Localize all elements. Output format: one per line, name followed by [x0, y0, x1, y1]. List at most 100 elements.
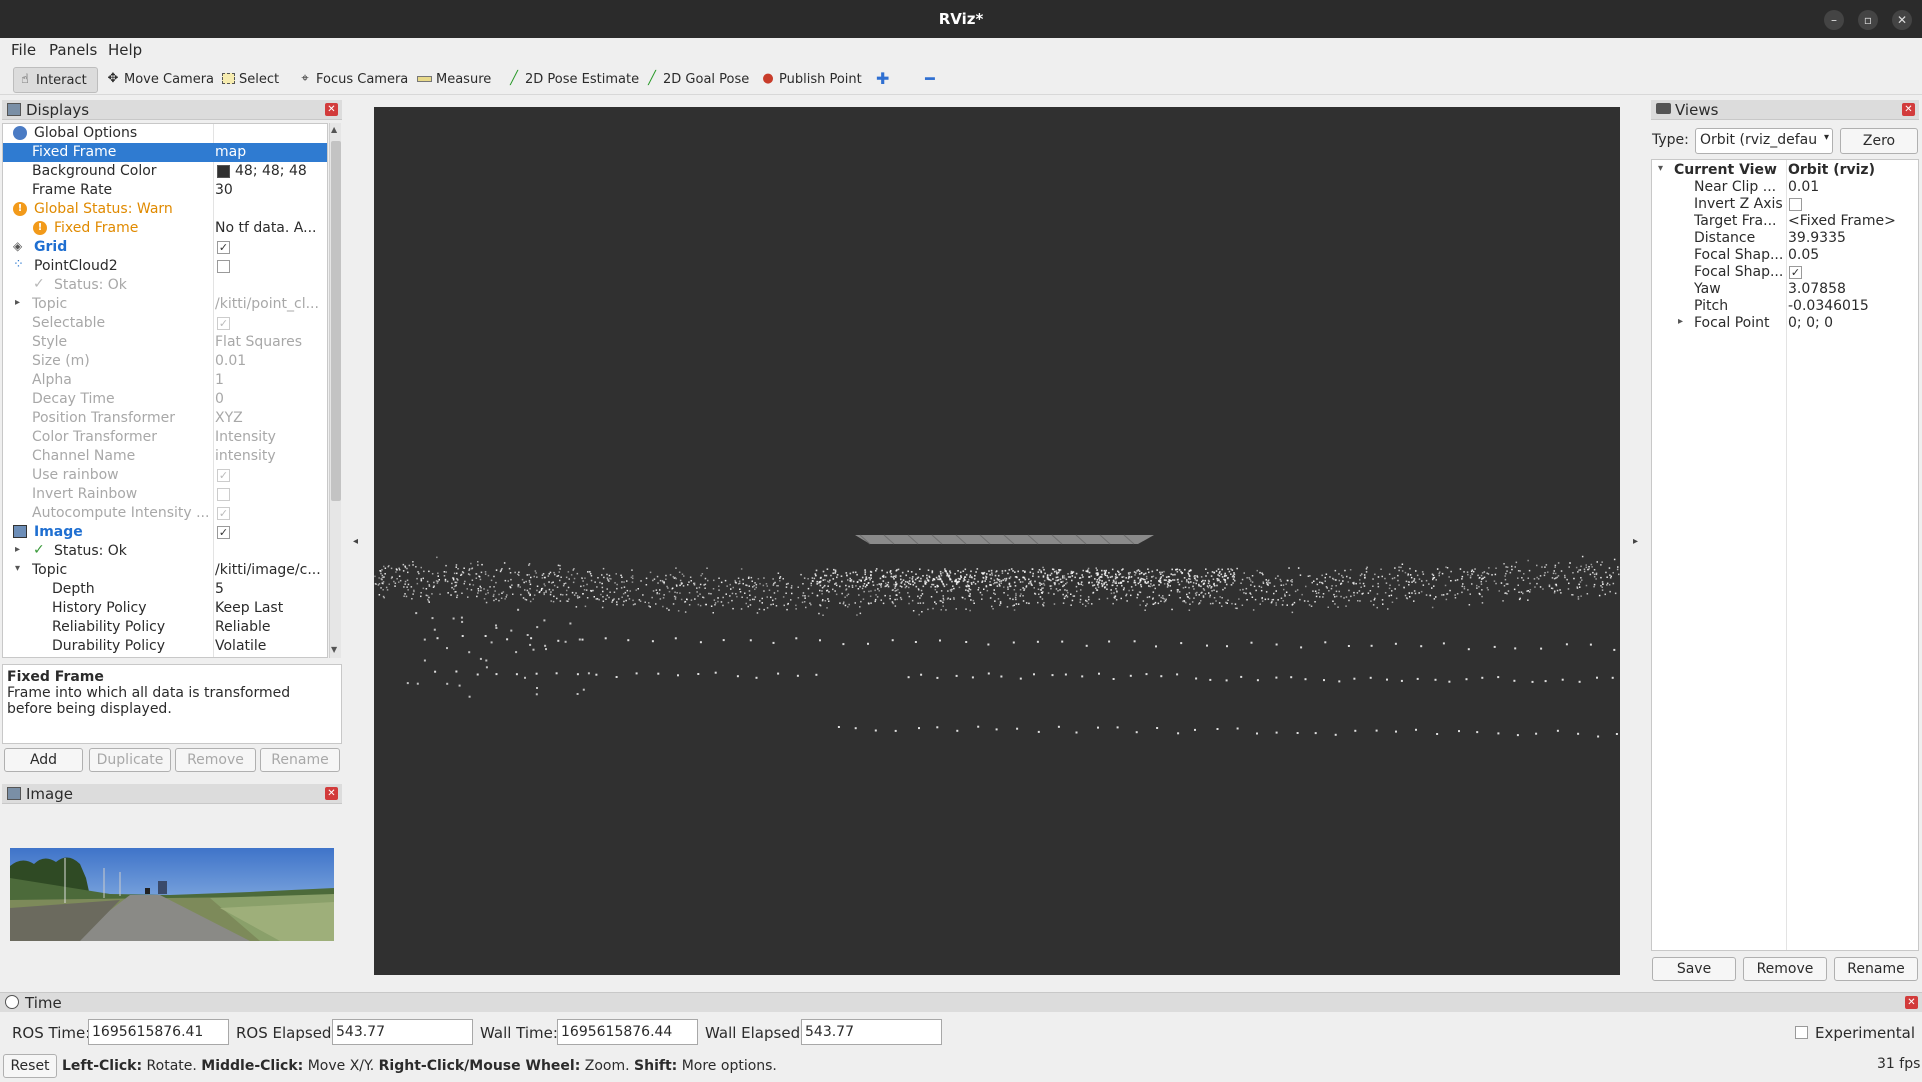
row-value[interactable]: Keep Last: [215, 600, 327, 616]
row-value[interactable]: Reliable: [215, 619, 327, 635]
image-enabled-checkbox[interactable]: ✓: [217, 526, 230, 539]
interact-tool[interactable]: ☝ Interact: [13, 67, 98, 93]
row-value[interactable]: /kitti/point_cl...: [215, 296, 327, 312]
row-value[interactable]: Intensity: [215, 429, 327, 445]
row-value[interactable]: 48; 48; 48: [235, 163, 327, 179]
tree-row-autocompute[interactable]: Autocompute Intensity ... ✓: [3, 504, 327, 523]
autocompute-checkbox[interactable]: ✓: [217, 507, 230, 520]
goal-pose-tool[interactable]: ╱ 2D Goal Pose: [641, 67, 753, 93]
ros-elapsed-field[interactable]: 543.77: [332, 1019, 473, 1045]
views-tree[interactable]: ▾ Current View Orbit (rviz) Near Clip ..…: [1651, 159, 1919, 951]
view-row-invert-z[interactable]: Invert Z Axis: [1652, 196, 1920, 213]
tree-row-position-transformer[interactable]: Position Transformer XYZ: [3, 409, 327, 428]
expand-arrow-icon[interactable]: ▸: [15, 544, 20, 555]
row-value[interactable]: 5: [215, 581, 327, 597]
pointcloud-enabled-checkbox[interactable]: [217, 260, 230, 273]
tree-row-color-transformer[interactable]: Color Transformer Intensity: [3, 428, 327, 447]
select-tool[interactable]: Select: [218, 67, 283, 93]
tree-row-background-color[interactable]: Background Color 48; 48; 48: [3, 162, 327, 181]
invert-rainbow-checkbox[interactable]: [217, 488, 230, 501]
displays-tree[interactable]: Global Options Fixed Frame map Backgroun…: [2, 123, 328, 658]
duplicate-button[interactable]: Duplicate: [89, 748, 171, 772]
collapse-arrow-icon[interactable]: ▾: [15, 563, 20, 574]
tree-row-durability-policy[interactable]: Durability Policy Volatile: [3, 637, 327, 656]
view-row-target-frame[interactable]: Target Fra... <Fixed Frame>: [1652, 213, 1920, 230]
rename-view-button[interactable]: Rename: [1834, 957, 1918, 981]
use-rainbow-checkbox[interactable]: ✓: [217, 469, 230, 482]
tree-row-alpha[interactable]: Alpha 1: [3, 371, 327, 390]
row-value[interactable]: 0: [215, 391, 327, 407]
close-image-panel-icon[interactable]: ✕: [325, 787, 338, 800]
tree-row-image-status[interactable]: ▸ ✓ Status: Ok: [3, 542, 327, 561]
tree-row-style[interactable]: Style Flat Squares: [3, 333, 327, 352]
scroll-down-icon[interactable]: ▼: [331, 645, 337, 654]
row-value[interactable]: 3.07858: [1788, 281, 1846, 297]
menu-panels[interactable]: Panels: [49, 41, 97, 59]
close-time-icon[interactable]: ✕: [1905, 996, 1918, 1009]
view-row-focal-shape-fixed[interactable]: Focal Shap... ✓: [1652, 264, 1920, 281]
tree-row-fixed-frame-status[interactable]: ! Fixed Frame No tf data. A...: [3, 219, 327, 238]
pose-estimate-tool[interactable]: ╱ 2D Pose Estimate: [503, 67, 643, 93]
expand-arrow-icon[interactable]: ▸: [15, 297, 20, 308]
render-viewport[interactable]: [374, 107, 1620, 975]
invert-z-checkbox[interactable]: [1789, 198, 1802, 211]
tree-row-global-options[interactable]: Global Options: [3, 124, 327, 143]
displays-scrollbar[interactable]: ▲ ▼: [329, 123, 341, 658]
save-view-button[interactable]: Save: [1652, 957, 1736, 981]
row-value[interactable]: /kitti/image/c...: [215, 562, 327, 578]
collapse-right-arrow-icon[interactable]: ▸: [1633, 536, 1638, 547]
expand-arrow-icon[interactable]: ▸: [1678, 316, 1683, 327]
view-row-pitch[interactable]: Pitch -0.0346015: [1652, 298, 1920, 315]
view-row-distance[interactable]: Distance 39.9335: [1652, 230, 1920, 247]
collapse-left-arrow-icon[interactable]: ◂: [353, 536, 358, 547]
add-button[interactable]: Add: [4, 748, 83, 772]
color-swatch[interactable]: [217, 165, 230, 178]
close-views-icon[interactable]: ✕: [1902, 103, 1915, 116]
close-window-icon[interactable]: ✕: [1892, 10, 1912, 30]
row-value[interactable]: 0.01: [215, 353, 327, 369]
row-value[interactable]: Volatile: [215, 638, 327, 654]
scroll-thumb[interactable]: [331, 141, 341, 501]
tree-row-image[interactable]: Image ✓: [3, 523, 327, 542]
reset-button[interactable]: Reset: [3, 1054, 57, 1078]
experimental-checkbox[interactable]: [1795, 1026, 1808, 1039]
view-row-yaw[interactable]: Yaw 3.07858: [1652, 281, 1920, 298]
tree-row-frame-rate[interactable]: Frame Rate 30: [3, 181, 327, 200]
view-row-focal-shape-size[interactable]: Focal Shap... 0.05: [1652, 247, 1920, 264]
minimize-icon[interactable]: –: [1824, 10, 1844, 30]
remove-tool-button[interactable]: ━: [921, 67, 939, 93]
ros-time-field[interactable]: 1695615876.41: [88, 1019, 229, 1045]
view-row-current-view[interactable]: ▾ Current View Orbit (rviz): [1652, 162, 1920, 179]
tree-row-decay-time[interactable]: Decay Time 0: [3, 390, 327, 409]
tree-row-depth[interactable]: Depth 5: [3, 580, 327, 599]
grid-enabled-checkbox[interactable]: ✓: [217, 241, 230, 254]
tree-row-pc-topic[interactable]: ▸ Topic /kitti/point_cl...: [3, 295, 327, 314]
tree-row-history-policy[interactable]: History Policy Keep Last: [3, 599, 327, 618]
selectable-checkbox[interactable]: ✓: [217, 317, 230, 330]
row-value[interactable]: 0.05: [1788, 247, 1819, 263]
wall-time-field[interactable]: 1695615876.44: [557, 1019, 698, 1045]
view-row-near-clip[interactable]: Near Clip ... 0.01: [1652, 179, 1920, 196]
publish-point-tool[interactable]: ● Publish Point: [757, 67, 866, 93]
row-value[interactable]: 39.9335: [1788, 230, 1846, 246]
remove-button[interactable]: Remove: [175, 748, 256, 772]
view-type-select[interactable]: Orbit (rviz_defau ▾: [1695, 128, 1833, 154]
row-value[interactable]: map: [215, 144, 327, 160]
maximize-icon[interactable]: ▫: [1858, 10, 1878, 30]
zero-button[interactable]: Zero: [1840, 128, 1918, 154]
row-value[interactable]: 30: [215, 182, 327, 198]
rename-button[interactable]: Rename: [260, 748, 340, 772]
tree-row-image-topic[interactable]: ▾ Topic /kitti/image/c...: [3, 561, 327, 580]
row-value[interactable]: 0.01: [1788, 179, 1819, 195]
measure-tool[interactable]: Measure: [413, 67, 495, 93]
tree-row-selectable[interactable]: Selectable ✓: [3, 314, 327, 333]
row-value[interactable]: 1: [215, 372, 327, 388]
row-value[interactable]: 0; 0; 0: [1788, 315, 1833, 331]
tree-row-grid[interactable]: ◈ Grid ✓: [3, 238, 327, 257]
tree-row-pc-status[interactable]: ✓ Status: Ok: [3, 276, 327, 295]
tree-row-size[interactable]: Size (m) 0.01: [3, 352, 327, 371]
focus-camera-tool[interactable]: ⌖ Focus Camera: [294, 67, 412, 93]
close-displays-icon[interactable]: ✕: [325, 103, 338, 116]
row-value[interactable]: XYZ: [215, 410, 327, 426]
tree-row-invert-rainbow[interactable]: Invert Rainbow: [3, 485, 327, 504]
